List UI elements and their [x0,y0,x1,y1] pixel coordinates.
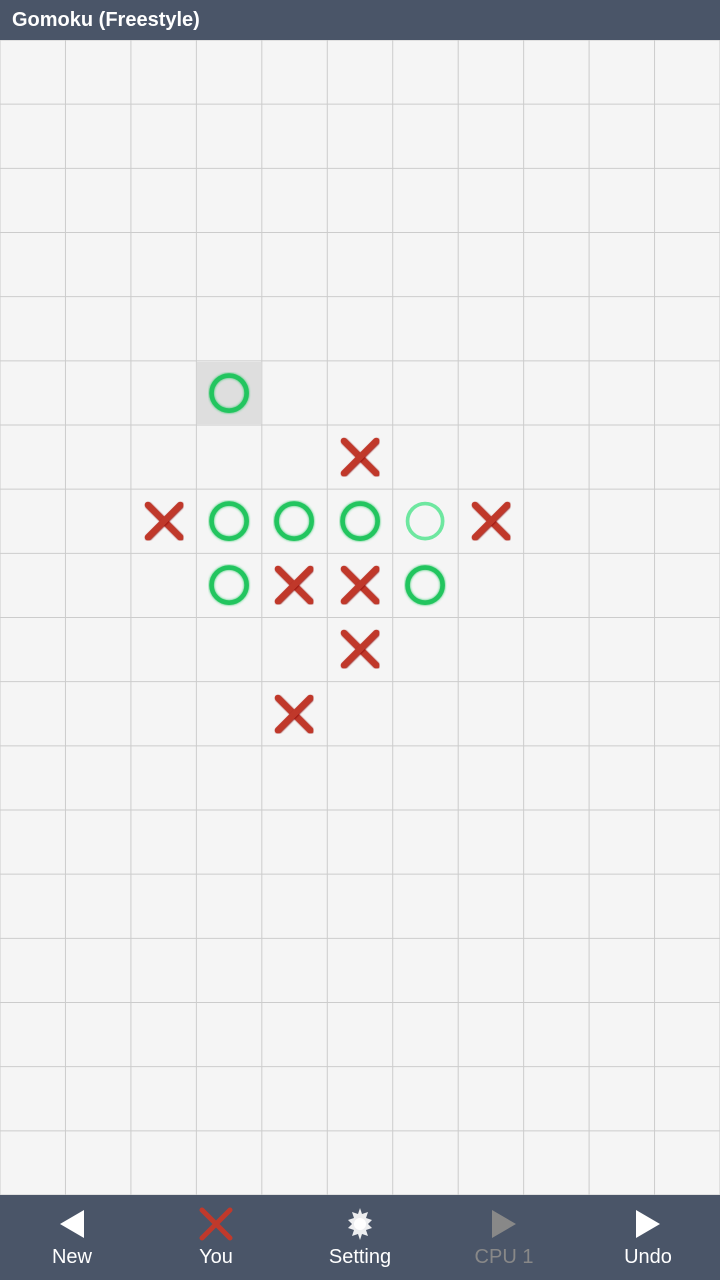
piece-circle [402,498,448,544]
piece-cross [337,626,383,672]
new-button[interactable]: New [0,1195,144,1280]
piece-cross [337,434,383,480]
game-board[interactable] [0,40,720,1195]
piece-circle [402,562,448,608]
piece-cross [337,562,383,608]
bottom-bar: New You Setting CPU 1 Undo [0,1195,720,1280]
new-icon [54,1206,90,1242]
piece-circle [206,562,252,608]
cpu-label: CPU 1 [475,1246,534,1269]
you-icon [198,1206,234,1242]
app-title: Gomoku (Freestyle) [12,9,200,32]
cpu-button[interactable]: CPU 1 [432,1195,576,1280]
piece-circle [206,370,252,416]
piece-circle [206,498,252,544]
setting-label: Setting [329,1246,391,1269]
setting-icon [342,1206,378,1242]
undo-label: Undo [624,1246,672,1269]
cpu-icon [486,1206,522,1242]
you-label: You [199,1246,233,1269]
new-label: New [52,1246,92,1269]
piece-cross [141,498,187,544]
piece-cross [468,498,514,544]
title-bar: Gomoku (Freestyle) [0,0,720,40]
piece-cross [271,562,317,608]
undo-icon [630,1206,666,1242]
setting-button[interactable]: Setting [288,1195,432,1280]
pieces-layer [0,40,720,1195]
piece-circle [271,498,317,544]
piece-circle [337,498,383,544]
you-button[interactable]: You [144,1195,288,1280]
piece-cross [271,691,317,737]
undo-button[interactable]: Undo [576,1195,720,1280]
